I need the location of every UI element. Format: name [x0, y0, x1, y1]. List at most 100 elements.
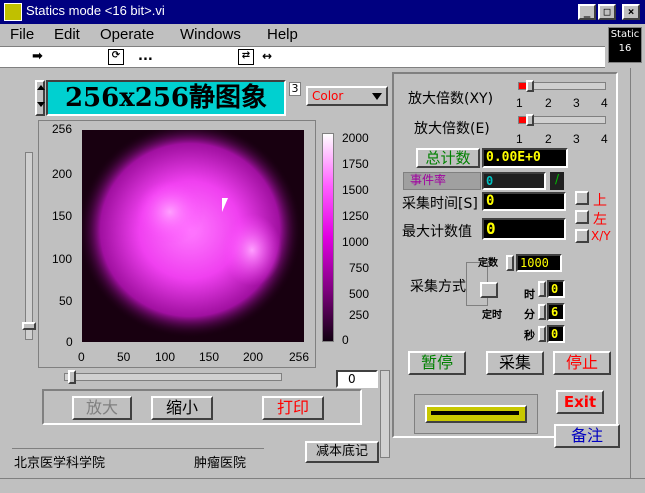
minute-spinner[interactable] [538, 304, 546, 320]
slider-tick: 2 [545, 132, 552, 146]
mouse-cursor-icon [222, 198, 228, 212]
progress-frame [414, 394, 538, 434]
exit-button[interactable]: Exit [556, 390, 604, 414]
step-icon[interactable]: ⇄ [238, 49, 254, 65]
stop-button[interactable]: 停止 [553, 351, 611, 375]
y-tick: 150 [52, 209, 73, 223]
zoom-e-thumb[interactable] [526, 114, 534, 126]
up-label: 上 [593, 193, 607, 209]
x-tick: 100 [155, 350, 176, 364]
toolbar: ➡ ⟳ ... ⇄ ↔ [0, 46, 605, 68]
step-over-icon[interactable]: ↔ [262, 49, 272, 63]
fixed-count-spinner[interactable] [506, 255, 514, 271]
menu-help[interactable]: Help [267, 26, 298, 43]
x-tick: 50 [117, 350, 131, 364]
window-title: Statics mode <16 bit>.vi [26, 3, 165, 18]
vslider-thumb[interactable] [22, 322, 36, 330]
left-label: 左 [593, 212, 607, 228]
down-arrow-icon[interactable] [37, 102, 45, 107]
horizontal-slider[interactable] [64, 370, 282, 384]
hour-input[interactable]: 0 [547, 280, 565, 298]
y-tick: 50 [59, 294, 73, 308]
up-toggle[interactable] [575, 191, 589, 205]
slider-tick: 4 [601, 132, 608, 146]
x-tick: 0 [78, 350, 85, 364]
static-badge-line2: 16 [618, 43, 632, 54]
colorbar-tick: 1000 [342, 235, 369, 249]
minute-input[interactable]: 6 [547, 303, 565, 321]
fixed-time-label: 定时 [482, 310, 502, 321]
intensity-plot-area[interactable] [82, 130, 304, 342]
fixed-count-input[interactable]: 1000 [516, 254, 562, 272]
slider-tick: 1 [516, 96, 523, 110]
chevron-down-icon [372, 93, 382, 100]
menu-bar: File Edit Operate Windows Help [0, 24, 605, 46]
title-ring-stepper[interactable] [35, 80, 45, 116]
colorbar-tick: 0 [342, 333, 349, 347]
xy-toggle[interactable] [575, 229, 589, 243]
event-rate-indicator: / [550, 172, 564, 190]
window-vscroll[interactable] [630, 68, 645, 478]
maximize-button[interactable]: □ [598, 4, 616, 20]
slider-tick: 3 [573, 132, 580, 146]
acq-time-label: 采集时间[S] [402, 196, 478, 212]
hour-label: 时 [524, 288, 535, 301]
continuous-run-icon[interactable]: ⟳ [108, 49, 124, 65]
vertical-slider[interactable] [22, 152, 36, 340]
menu-file[interactable]: File [10, 26, 34, 43]
up-arrow-icon[interactable] [37, 85, 45, 90]
menu-operate[interactable]: Operate [100, 26, 154, 43]
x-tick: 150 [199, 350, 220, 364]
zoom-out-button[interactable]: 缩小 [151, 396, 213, 420]
h-slider-value: 0 [348, 372, 356, 386]
close-button[interactable]: × [622, 4, 640, 20]
pause-button[interactable]: 暂停 [408, 351, 466, 375]
hslider-thumb[interactable] [68, 370, 76, 384]
y-tick: 100 [52, 252, 73, 266]
colorbar-tick: 1750 [342, 157, 369, 171]
second-spinner[interactable] [538, 326, 546, 342]
acquire-button[interactable]: 采集 [486, 351, 544, 375]
side-slider[interactable] [380, 370, 390, 458]
color-select[interactable]: Color [306, 86, 388, 106]
second-input[interactable]: 0 [547, 325, 565, 343]
note-button[interactable]: 备注 [554, 424, 620, 448]
app-icon [4, 3, 22, 21]
colorbar-tick: 500 [349, 287, 370, 301]
slider-tick: 3 [573, 96, 580, 110]
print-button[interactable]: 打印 [262, 396, 324, 420]
xy-label: X/Y [591, 229, 611, 243]
y-tick: 0 [66, 335, 73, 349]
colorbar-tick: 2000 [342, 131, 369, 145]
event-rate-display: 0 [482, 172, 546, 190]
subtract-background-button[interactable]: 减本底记 [305, 441, 379, 463]
hour-spinner[interactable] [538, 281, 546, 297]
toolbar-ellipsis: ... [138, 49, 153, 64]
zoom-in-button[interactable]: 放大 [72, 396, 132, 420]
menu-windows[interactable]: Windows [180, 26, 241, 43]
image-title-display: 256x256静图象 [46, 80, 286, 116]
total-count-display: 0.00E+0 [482, 148, 568, 168]
event-rate-label: 事件率 [403, 172, 481, 190]
footer: 北京医学科学院 肿瘤医院 [12, 448, 264, 471]
slider-tick: 2 [545, 96, 552, 110]
zoom-xy-thumb[interactable] [526, 80, 534, 92]
minimize-button[interactable]: _ [578, 4, 596, 20]
colorbar-tick: 750 [349, 261, 370, 275]
y-tick: 256 [52, 122, 73, 136]
x-tick: 200 [243, 350, 264, 364]
mode-switch-icon[interactable] [480, 282, 498, 298]
max-count-label: 最大计数值 [402, 224, 472, 240]
minute-label: 分 [524, 308, 535, 321]
run-arrow-icon[interactable]: ➡ [32, 49, 43, 64]
static-badge-line1: Static [610, 29, 640, 40]
h-slider-numeric[interactable]: 0 [336, 370, 378, 388]
left-toggle[interactable] [575, 210, 589, 224]
window-hscroll[interactable] [0, 478, 645, 493]
title-index: 3 [289, 82, 301, 96]
zoom-xy-slider[interactable] [518, 80, 606, 92]
zoom-e-slider[interactable] [518, 114, 606, 126]
fixed-count-label: 定数 [478, 258, 498, 269]
slider-tick: 1 [516, 132, 523, 146]
menu-edit[interactable]: Edit [54, 26, 80, 43]
